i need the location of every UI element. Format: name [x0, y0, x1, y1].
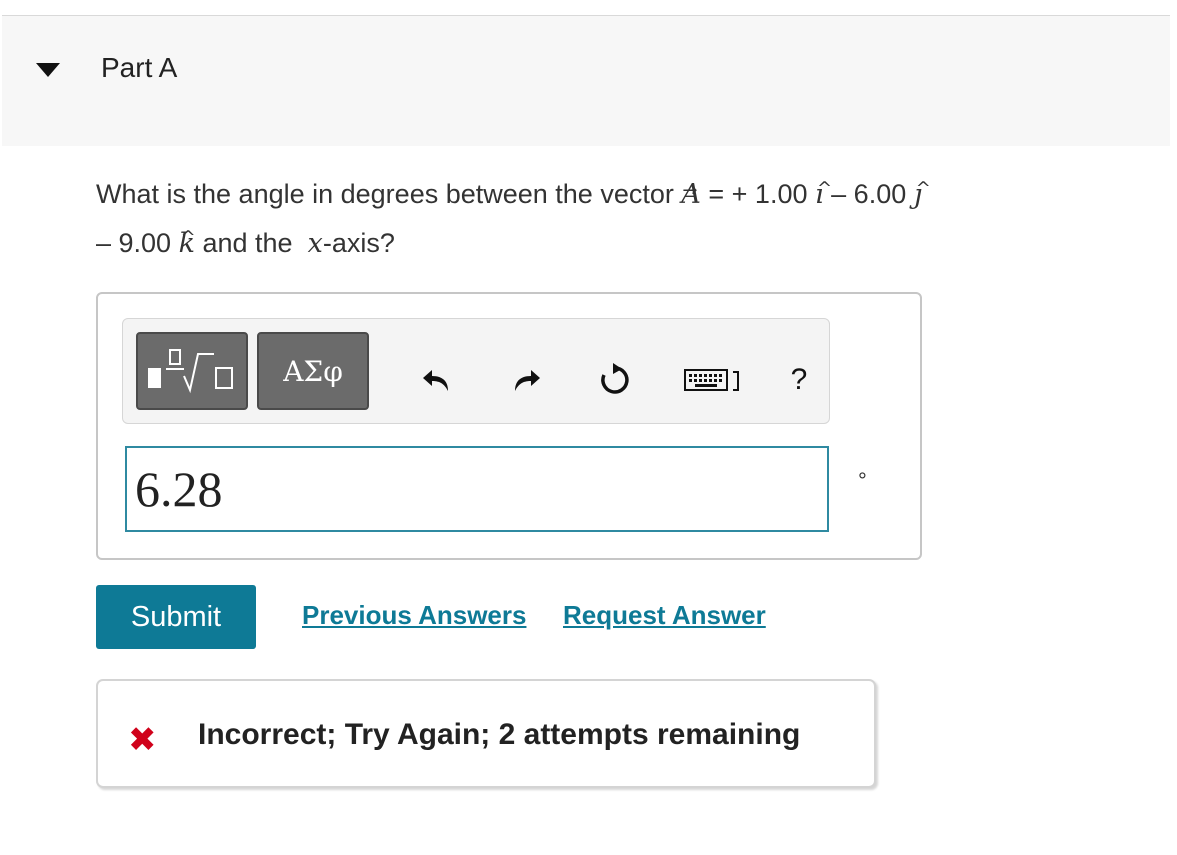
vector-symbol: → A	[681, 179, 701, 210]
question-suffix: -axis?	[322, 228, 395, 258]
incorrect-x-icon: ✖	[128, 720, 157, 760]
unit-vector-k: ^ k	[178, 227, 196, 259]
axis-variable: x	[307, 228, 323, 259]
keyboard-icon[interactable]	[683, 360, 747, 400]
templates-button[interactable]	[136, 332, 248, 410]
collapse-triangle-icon[interactable]	[36, 63, 60, 77]
question-minus1: – 6.00	[831, 179, 907, 209]
fraction-root-icon	[148, 349, 233, 394]
submit-button[interactable]: Submit	[96, 585, 256, 649]
unit-label: °	[858, 468, 867, 493]
symbols-button[interactable]: ΑΣφ	[257, 332, 369, 410]
answer-input[interactable]: 6.28	[125, 446, 829, 532]
question-middle: and the	[202, 228, 293, 258]
reset-icon[interactable]	[598, 360, 632, 400]
vector-arrow: →	[682, 180, 698, 201]
question-minus2: – 9.00	[96, 228, 172, 258]
request-answer-link[interactable]: Request Answer	[563, 600, 766, 631]
question-prefix: What is the angle in degrees between the…	[96, 179, 674, 209]
previous-answers-link[interactable]: Previous Answers	[302, 600, 526, 631]
undo-icon[interactable]	[420, 360, 454, 400]
redo-icon[interactable]	[509, 360, 543, 400]
question-text: What is the angle in degrees between the…	[96, 170, 1096, 268]
feedback-message: Incorrect; Try Again; 2 attempts remaini…	[198, 718, 801, 751]
question-eq: = + 1.00	[708, 179, 808, 209]
part-title: Part A	[101, 52, 178, 83]
unit-vector-i: ^ ı	[815, 178, 833, 210]
help-icon[interactable]: ?	[782, 360, 816, 400]
unit-vector-j: ^ ȷ	[913, 178, 931, 210]
